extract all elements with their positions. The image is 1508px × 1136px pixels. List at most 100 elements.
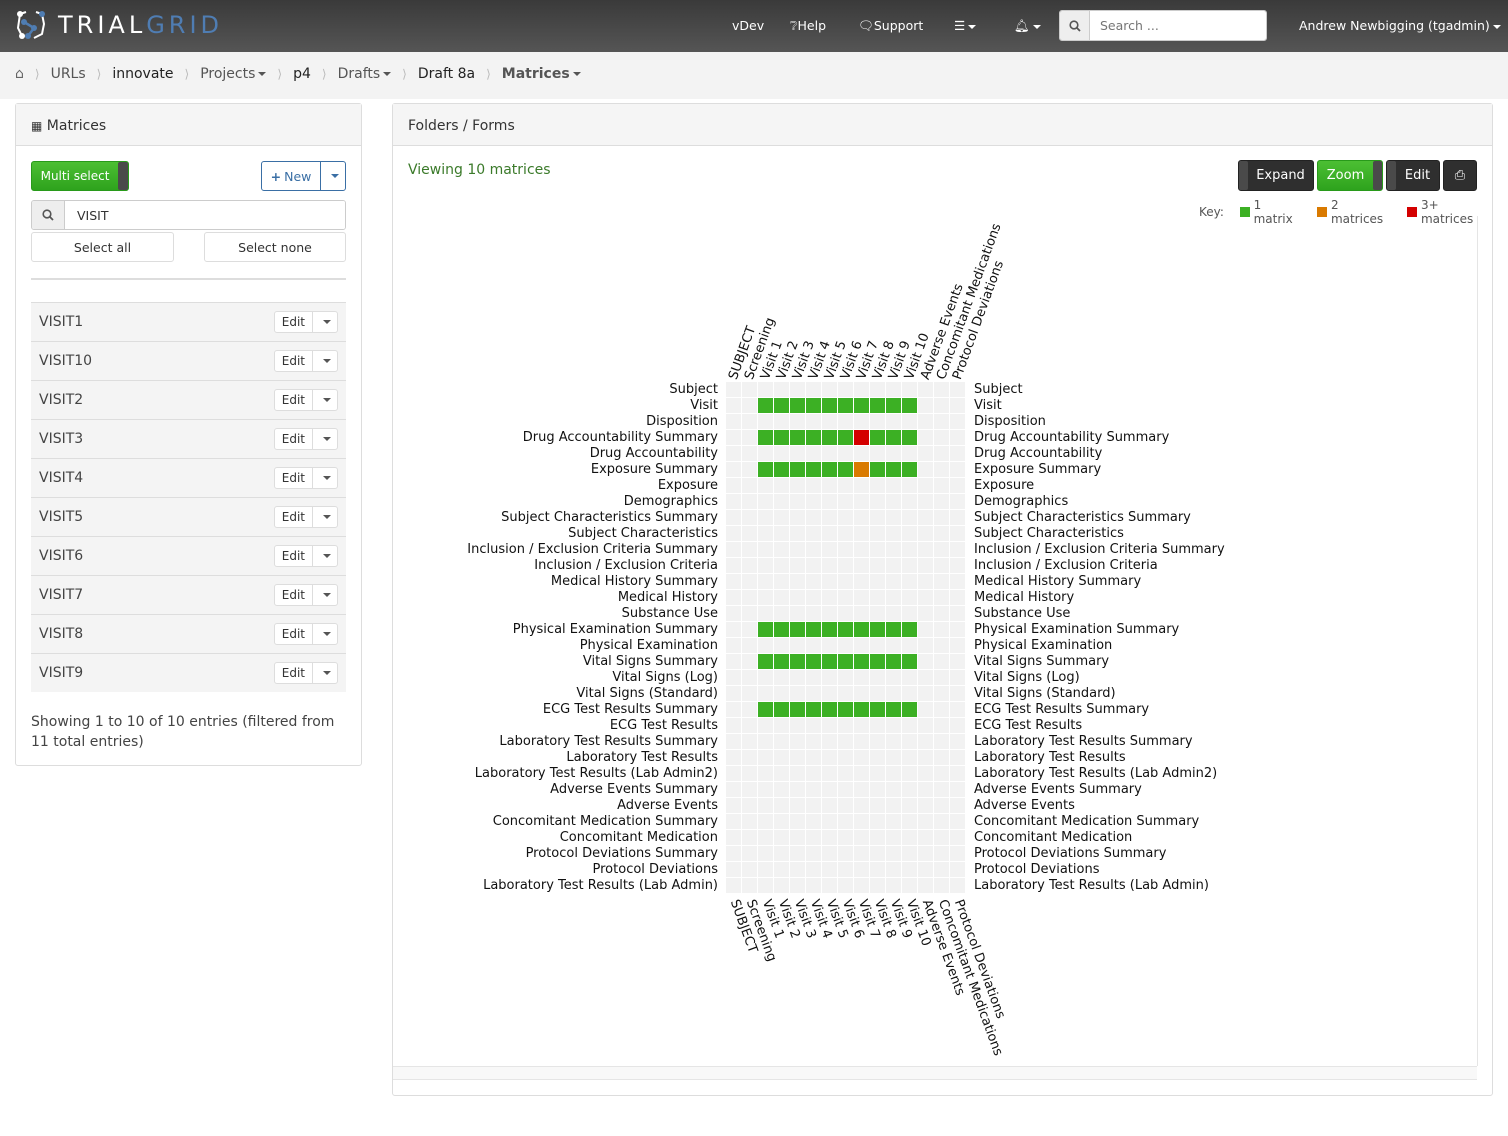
breadcrumb-drafts[interactable]: Drafts [338,66,392,82]
matrix-cell[interactable] [918,574,933,589]
matrix-cell[interactable] [902,734,917,749]
matrix-cell[interactable] [838,446,853,461]
matrix-cell[interactable] [886,446,901,461]
edit-toggle[interactable]: Edit [1386,160,1440,191]
matrix-cell[interactable] [822,878,837,893]
matrix-cell[interactable] [902,526,917,541]
edit-button[interactable]: Edit [275,351,313,371]
matrix-list-item[interactable]: VISIT7 Edit [31,575,346,614]
matrix-cell[interactable] [790,702,805,717]
matrix-cell[interactable] [918,702,933,717]
matrix-cell[interactable] [950,798,965,813]
matrix-cell[interactable] [822,414,837,429]
matrix-cell[interactable] [934,574,949,589]
matrix-cell[interactable] [806,574,821,589]
search-icon[interactable] [1060,11,1090,40]
matrix-cell[interactable] [838,430,853,445]
matrix-cell[interactable] [870,510,885,525]
matrix-cell[interactable] [774,398,789,413]
matrix-cell[interactable] [934,382,949,397]
edit-button[interactable]: Edit [275,585,313,605]
matrix-cell[interactable] [726,558,741,573]
search-input[interactable] [1090,11,1266,40]
matrix-cell[interactable] [806,478,821,493]
matrix-cell[interactable] [742,430,757,445]
matrix-cell[interactable] [950,494,965,509]
matrix-cell[interactable] [742,510,757,525]
matrix-cell[interactable] [870,814,885,829]
matrix-cell[interactable] [774,670,789,685]
matrix-cell[interactable] [758,846,773,861]
matrix-cell[interactable] [806,382,821,397]
nav-help[interactable]: ❔︎Help [790,18,826,34]
matrix-cell[interactable] [774,574,789,589]
matrix-cell[interactable] [870,718,885,733]
matrix-cell[interactable] [902,638,917,653]
matrix-cell[interactable] [726,462,741,477]
matrix-cell[interactable] [774,510,789,525]
matrix-list-item[interactable]: VISIT6 Edit [31,536,346,575]
matrix-cell[interactable] [742,686,757,701]
matrix-cell[interactable] [758,702,773,717]
matrix-cell[interactable] [822,382,837,397]
matrix-cell[interactable] [726,542,741,557]
matrix-cell[interactable] [886,574,901,589]
matrix-cell[interactable] [918,622,933,637]
matrix-cell[interactable] [918,830,933,845]
matrix-cell[interactable] [902,542,917,557]
matrix-cell[interactable] [806,734,821,749]
matrix-cell[interactable] [902,622,917,637]
matrix-cell[interactable] [934,702,949,717]
matrix-cell[interactable] [742,558,757,573]
matrix-cell[interactable] [870,446,885,461]
matrix-cell[interactable] [774,654,789,669]
matrix-cell[interactable] [822,862,837,877]
matrix-cell[interactable] [822,558,837,573]
edit-button[interactable]: Edit [275,312,313,332]
matrix-cell[interactable] [902,558,917,573]
matrix-cell[interactable] [726,734,741,749]
matrix-cell[interactable] [806,398,821,413]
matrix-cell[interactable] [838,638,853,653]
matrix-cell[interactable] [870,654,885,669]
matrix-cell[interactable] [870,462,885,477]
matrix-cell[interactable] [934,526,949,541]
matrix-cell[interactable] [902,782,917,797]
matrix-cell[interactable] [838,606,853,621]
matrix-cell[interactable] [726,510,741,525]
matrix-cell[interactable] [902,414,917,429]
matrix-cell[interactable] [838,846,853,861]
matrix-cell[interactable] [870,526,885,541]
matrix-cell[interactable] [870,398,885,413]
matrix-cell[interactable] [870,414,885,429]
matrix-cell[interactable] [870,702,885,717]
matrix-cell[interactable] [934,446,949,461]
matrix-cell[interactable] [774,478,789,493]
matrix-cell[interactable] [790,862,805,877]
matrix-cell[interactable] [886,510,901,525]
matrix-cell[interactable] [870,686,885,701]
matrix-cell[interactable] [918,862,933,877]
matrix-cell[interactable] [790,462,805,477]
matrix-cell[interactable] [790,430,805,445]
matrix-cell[interactable] [934,590,949,605]
matrix-cell[interactable] [854,478,869,493]
matrix-cell[interactable] [902,574,917,589]
matrix-cell[interactable] [870,846,885,861]
matrix-cell[interactable] [918,766,933,781]
matrix-cell[interactable] [950,750,965,765]
matrix-cell[interactable] [758,526,773,541]
matrix-cell[interactable] [742,830,757,845]
matrix-cell[interactable] [854,862,869,877]
edit-button[interactable]: Edit [275,390,313,410]
matrix-cell[interactable] [870,622,885,637]
edit-dropdown-toggle[interactable] [313,429,337,449]
matrix-cell[interactable] [918,382,933,397]
matrix-cell[interactable] [838,542,853,557]
user-menu[interactable]: Andrew Newbigging (tgadmin) [1299,18,1501,33]
matrix-cell[interactable] [790,414,805,429]
matrix-list-item[interactable]: VISIT10 Edit [31,341,346,380]
matrix-cell[interactable] [790,782,805,797]
matrix-cell[interactable] [854,414,869,429]
matrix-cell[interactable] [726,654,741,669]
